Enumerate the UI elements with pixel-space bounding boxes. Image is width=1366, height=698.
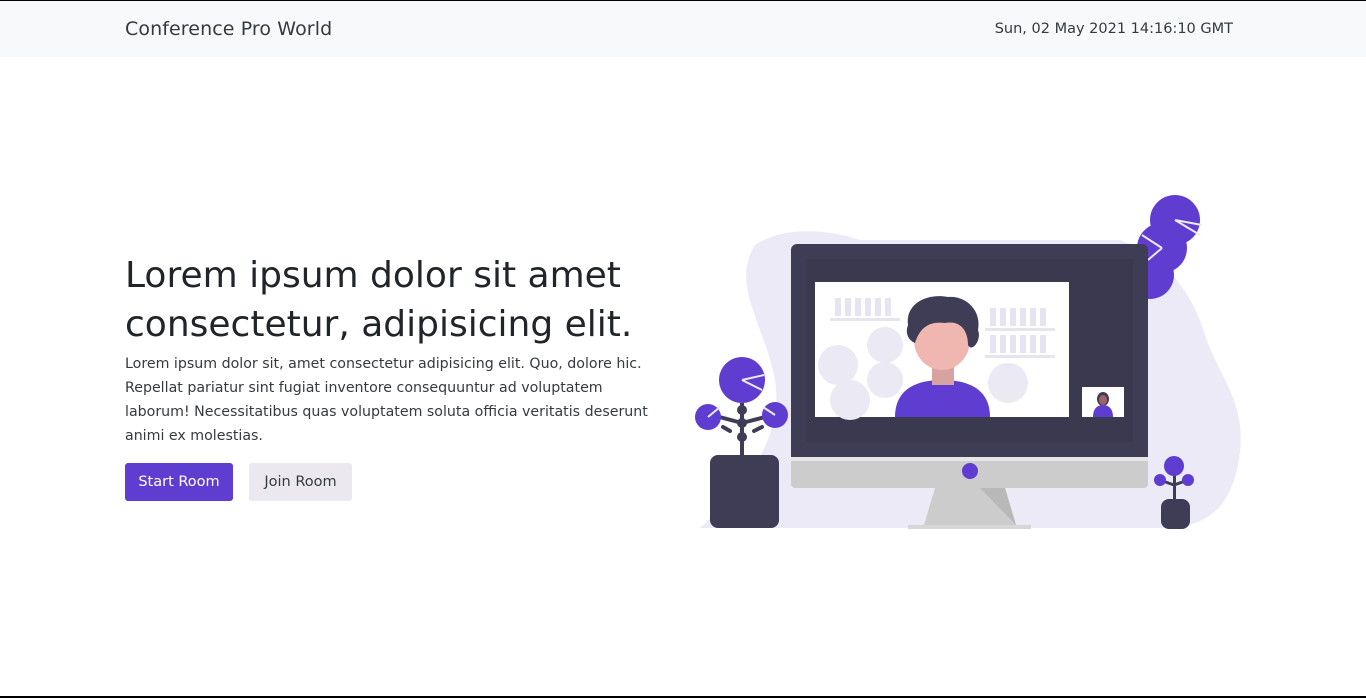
navbar: Conference Pro World Sun, 02 May 2021 14… [0,1,1366,57]
hero-description: Lorem ipsum dolor sit, amet consectetur … [125,356,648,444]
current-datetime: Sun, 02 May 2021 14:16:10 GMT [994,21,1233,37]
video-conference-illustration [695,195,1241,529]
join-room-button[interactable]: Join Room [249,463,352,501]
hero-title: Lorem ipsum dolor sit amet consectetur, … [125,255,633,345]
self-view-frame [1082,387,1124,417]
main-video-frame [815,282,1069,420]
start-room-button[interactable]: Start Room [125,463,233,501]
brand-link[interactable]: Conference Pro World [125,18,332,40]
